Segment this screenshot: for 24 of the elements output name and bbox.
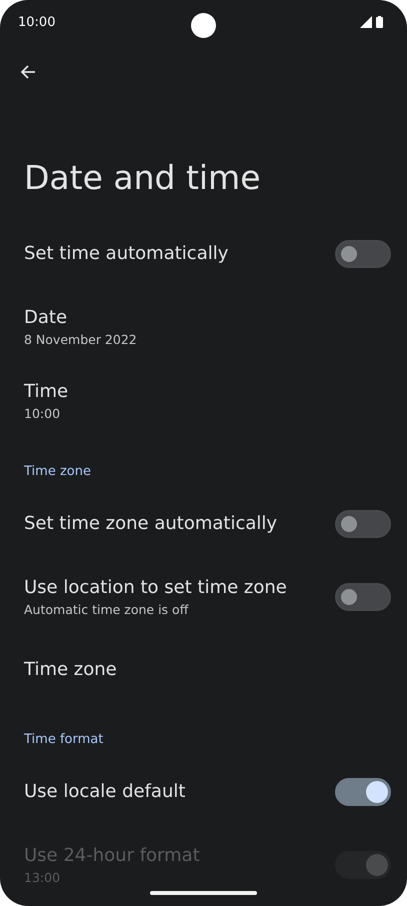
camera-cutout — [191, 13, 216, 38]
section-header: Time zone — [23, 463, 92, 481]
page-title: Date and time — [23, 157, 262, 199]
setting-title: Set time automatically — [24, 242, 230, 266]
setting-summary: 13:00 — [24, 870, 62, 886]
signal-icon — [360, 16, 372, 28]
setting-title: Use location to set time zone — [24, 576, 288, 600]
setting-title: Set time zone automatically — [24, 512, 278, 536]
toggle-switch[interactable] — [335, 510, 391, 538]
setting-summary: 8 November 2022 — [24, 332, 138, 348]
setting-title: Use locale default — [24, 780, 186, 804]
setting-summary: Automatic time zone is off — [24, 602, 190, 618]
back-icon[interactable] — [20, 64, 36, 80]
setting-title: Use 24-hour format — [24, 844, 201, 868]
setting-summary: 10:00 — [24, 406, 62, 422]
setting-title: Time — [24, 380, 70, 404]
toggle-switch[interactable] — [335, 583, 391, 611]
battery-icon — [376, 16, 383, 28]
status-time: 10:00 — [18, 14, 56, 30]
section-header: Time format — [23, 731, 104, 749]
toggle-switch[interactable] — [335, 778, 391, 806]
setting-title: Date — [24, 306, 68, 330]
setting-title: Time zone — [24, 658, 118, 682]
toggle-switch[interactable] — [335, 240, 391, 268]
